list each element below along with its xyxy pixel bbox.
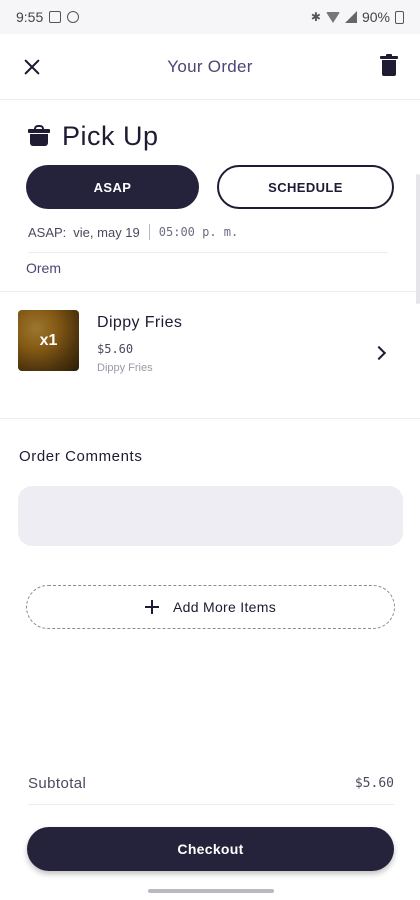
- pickup-time: 05:00 p. m.: [158, 225, 239, 239]
- bag-icon-body: [30, 134, 48, 146]
- trash-icon-lid: [380, 56, 398, 59]
- pickup-time-summary: ASAP: vie, may 19 05:00 p. m.: [28, 222, 388, 242]
- bluetooth-icon: ✱: [310, 10, 321, 24]
- app-header: Your Order: [0, 34, 420, 100]
- page-title: Your Order: [167, 56, 253, 76]
- divider: [28, 804, 394, 805]
- store-name-link[interactable]: Orem: [26, 260, 61, 276]
- asap-prefix: ASAP:: [28, 224, 67, 240]
- settings-icon: [67, 11, 80, 23]
- pickup-date: vie, may 19: [73, 224, 140, 240]
- trash-icon[interactable]: [380, 54, 398, 78]
- add-more-items-button[interactable]: Add More Items: [26, 585, 395, 629]
- checkout-button[interactable]: Checkout: [27, 827, 394, 871]
- gallery-icon: [49, 11, 62, 23]
- add-more-items-label: Add More Items: [172, 599, 276, 615]
- subtotal-value: $5.60: [354, 776, 394, 791]
- subtotal-label: Subtotal: [28, 775, 87, 792]
- bag-icon: [28, 125, 50, 147]
- cart-item[interactable]: x1 Dippy Fries $5.60 Dippy Fries: [0, 292, 420, 418]
- status-left: 9:55: [16, 9, 80, 25]
- item-detail: Dippy Fries: [97, 362, 153, 374]
- status-bar: 9:55 ✱ 90%: [0, 0, 420, 34]
- chevron-right-icon: [371, 345, 387, 361]
- home-indicator[interactable]: [148, 889, 274, 893]
- signal-icon: [344, 11, 357, 23]
- date-time-separator: [148, 224, 150, 240]
- close-icon[interactable]: [20, 55, 44, 79]
- timing-options: ASAP SCHEDULE: [26, 165, 394, 209]
- battery-icon: [395, 10, 404, 24]
- scrollbar[interactable]: [416, 174, 420, 304]
- item-name: Dippy Fries: [97, 314, 183, 331]
- battery-percent: 90%: [361, 9, 390, 25]
- trash-icon-body: [382, 60, 396, 76]
- divider: [0, 418, 420, 419]
- wifi-icon: [325, 11, 340, 23]
- status-time: 9:55: [16, 9, 44, 25]
- plus-icon: [144, 600, 159, 614]
- status-right: ✱ 90%: [311, 9, 404, 25]
- order-comments-label: Order Comments: [19, 448, 143, 465]
- pickup-title: Pick Up: [62, 120, 159, 151]
- item-quantity-badge: x1: [39, 331, 58, 349]
- schedule-button[interactable]: SCHEDULE: [217, 165, 394, 209]
- item-thumbnail: x1: [18, 310, 79, 371]
- item-price: $5.60: [97, 342, 134, 356]
- bag-icon-top: [28, 129, 50, 133]
- subtotal-row: Subtotal $5.60: [28, 775, 394, 792]
- divider: [28, 252, 388, 253]
- pickup-heading: Pick Up: [28, 118, 159, 154]
- order-comments-input[interactable]: [18, 486, 403, 546]
- asap-button[interactable]: ASAP: [26, 165, 199, 209]
